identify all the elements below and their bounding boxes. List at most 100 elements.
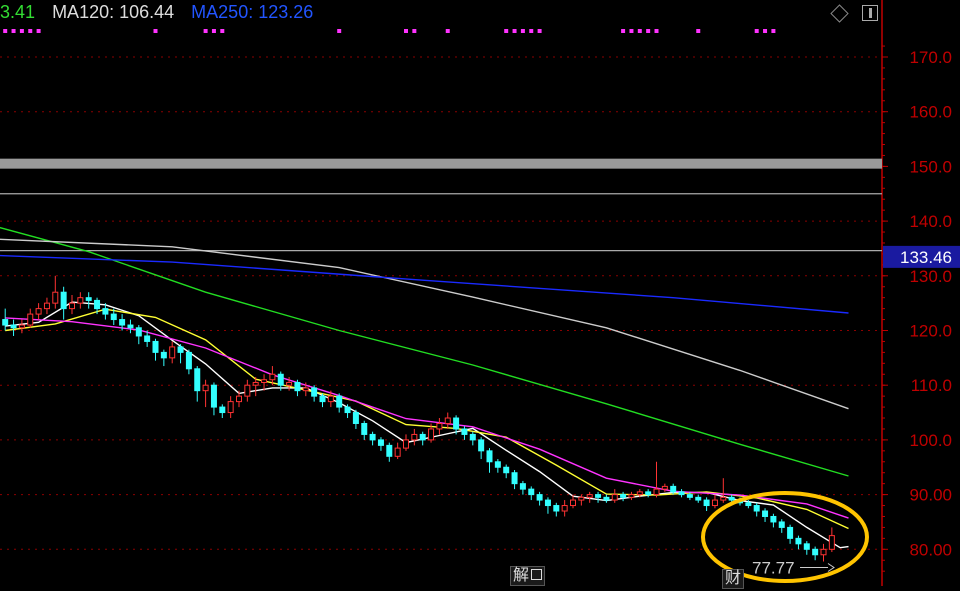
candle-body — [461, 428, 468, 435]
candle-body — [828, 535, 835, 550]
candle-body — [127, 324, 134, 329]
candle-body — [561, 505, 568, 512]
y-tick-label: 80.00 — [909, 540, 952, 559]
candle-body — [620, 494, 627, 498]
candle-body — [219, 406, 226, 414]
candle-body — [670, 485, 677, 493]
candle-body — [311, 387, 318, 397]
earnings-marker[interactable]: 财 — [722, 569, 745, 589]
candle-body — [377, 439, 384, 446]
candle-body — [344, 406, 351, 414]
candle-body — [261, 379, 268, 383]
signal-dot — [529, 29, 534, 33]
signal-dot — [763, 29, 768, 33]
candle-body — [252, 381, 259, 386]
ma-legend: 3.41 MA120: 106.44 MA250: 123.26 — [0, 2, 325, 23]
candle-body — [770, 515, 777, 523]
candle-body — [394, 447, 401, 457]
candle-body — [236, 395, 242, 403]
signal-dot — [28, 29, 33, 33]
candle-body — [302, 387, 309, 392]
candle-body — [703, 499, 710, 507]
candle-body — [269, 373, 276, 381]
candle-body — [653, 488, 660, 496]
price-band — [0, 158, 882, 169]
candle-body — [603, 496, 610, 501]
ma-line — [5, 317, 849, 519]
signal-dot — [512, 29, 517, 33]
y-tick-label: 170.0 — [909, 48, 952, 67]
min-price-label: 77.77 — [752, 558, 795, 577]
signal-dot — [220, 29, 225, 33]
candle-body — [503, 466, 510, 474]
signal-dot — [445, 29, 450, 33]
signal-dot — [3, 29, 8, 33]
candlestick-chart[interactable]: 170.0 160.0 150.0 140.0 130.0 120.0 110.0 100.0… — [0, 0, 960, 586]
price-tag-label: 133.46 — [900, 248, 952, 267]
unlock-marker-label: 解 — [513, 567, 530, 584]
candle-body — [778, 521, 785, 528]
y-tick-label: 110.0 — [911, 376, 952, 395]
signal-dot — [203, 29, 208, 33]
candle-body — [35, 308, 42, 315]
candle-body — [611, 494, 618, 501]
candle-body — [169, 346, 176, 359]
signal-dot — [629, 29, 634, 33]
signal-dot — [412, 29, 417, 33]
candle-body — [678, 491, 685, 496]
candle-body — [486, 450, 493, 463]
legend-ma120: MA120: 106.44 — [52, 2, 175, 22]
candle-body — [286, 381, 293, 386]
candle-body — [210, 384, 217, 408]
signal-dot — [696, 29, 701, 33]
candle-body — [319, 395, 326, 403]
candle-body — [27, 313, 34, 326]
candle-body — [135, 327, 142, 337]
candle-body — [411, 433, 418, 441]
candle-body — [820, 548, 827, 556]
candle-body — [661, 485, 668, 490]
candle-body — [202, 384, 209, 392]
candle-body — [419, 433, 426, 441]
candle-body — [444, 417, 451, 424]
candle-body — [119, 319, 126, 326]
ma-line — [0, 254, 849, 314]
signal-dot — [211, 29, 216, 33]
candle-body — [578, 496, 585, 501]
signal-dot — [637, 29, 642, 33]
signal-dot — [520, 29, 525, 33]
candle-body — [586, 494, 593, 498]
candle-body — [762, 510, 769, 517]
candle-body — [352, 412, 359, 424]
candle-body — [85, 297, 92, 301]
candle-body — [720, 496, 727, 501]
candle-body — [728, 496, 735, 501]
legend-ma250: MA250: 123.26 — [191, 2, 314, 22]
candle-body — [185, 351, 192, 370]
candle-body — [570, 499, 576, 507]
ma-line — [0, 238, 849, 410]
candle-body — [428, 428, 435, 441]
candle-body — [77, 297, 84, 304]
square-icon — [531, 569, 543, 580]
candle-body — [152, 340, 159, 353]
candle-body — [636, 491, 643, 496]
price-plot[interactable]: 170.0 160.0 150.0 140.0 130.0 120.0 110.0 100.0… — [0, 0, 960, 586]
candle-body — [528, 488, 535, 496]
signal-dot — [36, 29, 41, 33]
candle-body — [369, 433, 376, 441]
candle-body — [361, 422, 368, 435]
candle-body — [327, 395, 334, 403]
panel-toggle-icon[interactable] — [862, 5, 878, 21]
unlock-marker[interactable]: 解 — [510, 566, 546, 586]
candle-body — [69, 302, 75, 310]
candle-body — [160, 351, 167, 359]
candle-body — [294, 381, 301, 392]
diamond-icon[interactable] — [829, 4, 849, 23]
candle-body — [544, 499, 551, 507]
signal-dot — [11, 29, 16, 33]
candle-body — [453, 417, 460, 430]
signal-dot — [621, 29, 626, 33]
arrow-head-icon — [827, 563, 835, 572]
candle-body — [469, 433, 476, 441]
